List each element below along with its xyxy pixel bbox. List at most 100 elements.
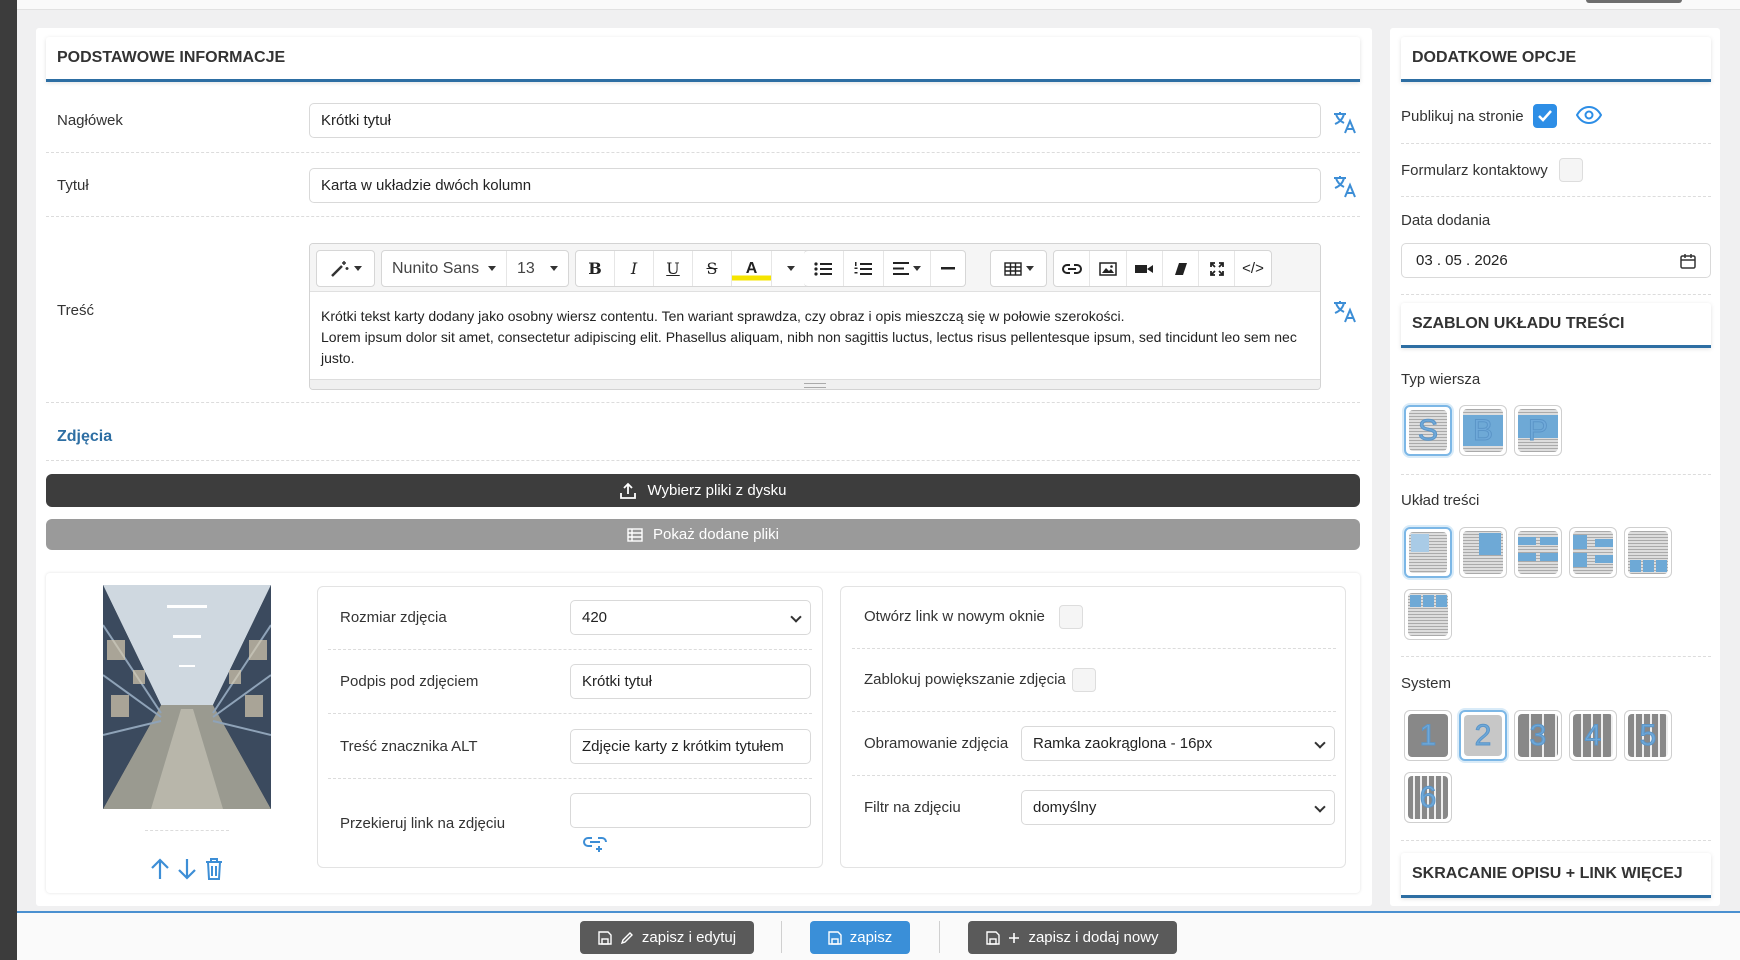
editor-content[interactable]: Krótki tekst karty dodany jako osobny wi… (321, 306, 1311, 369)
trash-icon[interactable] (205, 858, 223, 880)
layout-option-3[interactable] (1514, 527, 1562, 578)
layout-2-block (1479, 533, 1501, 555)
system-option-3[interactable]: 3 (1514, 710, 1562, 761)
video-button[interactable] (1127, 251, 1163, 286)
translate-icon[interactable] (1332, 109, 1358, 135)
zdjecia-heading: Zdjęcia (57, 428, 113, 445)
layout-4-block-b (1573, 553, 1587, 567)
layout-option-2[interactable] (1459, 527, 1507, 578)
table-group (990, 250, 1047, 287)
arrow-down-icon[interactable] (177, 858, 197, 880)
row-type-p[interactable]: P (1514, 405, 1562, 456)
link-icon (1061, 263, 1082, 274)
chevron-down-icon (912, 266, 921, 271)
layout-option-6[interactable] (1404, 589, 1452, 640)
alt-text-input[interactable]: Zdjęcie karty z krótkim tytułem (570, 729, 811, 764)
left-sidebar-edge (0, 0, 17, 960)
chevron-down-icon (787, 266, 795, 271)
layout-1-preview (1409, 532, 1447, 573)
system-option-6[interactable]: 6 (1404, 772, 1452, 823)
table-button[interactable] (991, 251, 1046, 286)
photo-caption-label: Podpis pod zdjęciem (340, 673, 479, 690)
photo-caption-input[interactable]: Krótki tytuł (570, 664, 811, 699)
fullscreen-button[interactable] (1199, 251, 1236, 286)
upload-icon (620, 482, 637, 499)
layout-5-block-a (1630, 560, 1641, 572)
horizontal-rule-button[interactable] (931, 251, 965, 286)
horizontal-rule-icon (941, 266, 956, 269)
footer-separator (939, 921, 940, 953)
calendar-icon[interactable] (1680, 253, 1696, 269)
save-button[interactable]: zapisz (810, 921, 910, 954)
show-files-label: Pokaż dodane pliki (653, 526, 779, 543)
translate-icon[interactable] (1332, 298, 1358, 324)
system-option-1[interactable]: 1 (1404, 710, 1452, 761)
photo-size-select[interactable]: 420 (570, 600, 811, 635)
system-option-2[interactable]: 2 (1459, 710, 1507, 761)
save-icon (598, 930, 612, 945)
font-family-select[interactable]: Nunito Sans (382, 251, 507, 286)
bullet-list-button[interactable] (804, 251, 844, 286)
clear-format-button[interactable] (1163, 251, 1200, 286)
strikethrough-button[interactable]: S (693, 251, 732, 286)
photo-size-label: Rozmiar zdjęcia (340, 609, 447, 626)
photo-border-select[interactable]: Ramka zaokrąglona - 16px (1021, 726, 1335, 761)
publish-checkbox[interactable] (1533, 104, 1557, 128)
layout-option-1[interactable] (1404, 527, 1452, 578)
warehouse-photo (103, 585, 271, 809)
photo-border-label: Obramowanie zdjęcia (864, 735, 1009, 752)
tytul-input[interactable]: Karta w układzie dwóch kolumn (309, 168, 1321, 203)
layout-option-4[interactable] (1569, 527, 1617, 578)
translate-icon[interactable] (1332, 173, 1358, 199)
bullet-list-icon (814, 261, 833, 276)
basic-info-title: PODSTAWOWE INFORMACJE (57, 49, 286, 66)
divider (46, 216, 1360, 217)
row-type-b-preview: B (1463, 409, 1503, 452)
video-icon (1135, 264, 1154, 273)
new-window-checkbox[interactable] (1059, 605, 1083, 629)
save-and-add-new-button[interactable]: zapisz i dodaj nowy (968, 921, 1177, 954)
top-strip-tab (1586, 0, 1682, 3)
divider (1401, 294, 1711, 295)
layout-4-preview (1573, 531, 1613, 574)
upload-files-button[interactable]: Wybierz pliki z dysku (46, 474, 1360, 507)
editor-resize-handle[interactable] (310, 379, 1320, 389)
date-added-input[interactable]: 03 . 05 . 2026 (1401, 243, 1711, 278)
photo-filter-select[interactable]: domyślny (1021, 790, 1335, 825)
magic-style-button[interactable] (317, 251, 374, 286)
content-layout-label: Układ treści (1401, 492, 1480, 509)
block-zoom-checkbox[interactable] (1072, 668, 1096, 692)
arrow-up-icon[interactable] (150, 858, 170, 880)
save-and-edit-button[interactable]: zapisz i edytuj (580, 921, 754, 954)
layout-option-5[interactable] (1624, 527, 1672, 578)
font-size-select[interactable]: 13 (507, 251, 568, 286)
italic-button[interactable]: I (615, 251, 654, 286)
layout-6-preview (1408, 593, 1448, 636)
photo-link-input[interactable] (570, 793, 811, 828)
system-option-5[interactable]: 5 (1624, 710, 1672, 761)
show-files-button[interactable]: Pokaż dodane pliki (46, 519, 1360, 550)
divider (145, 830, 229, 831)
photo-link-label: Przekieruj link na zdjęciu (340, 815, 506, 832)
code-view-button[interactable]: </> (1235, 251, 1271, 286)
row-type-s[interactable]: S (1404, 405, 1452, 456)
link-picker-icon[interactable] (583, 835, 607, 853)
chevron-down-icon (550, 266, 558, 271)
highlight-button[interactable]: A (732, 251, 772, 286)
contact-form-checkbox[interactable] (1559, 158, 1583, 182)
layout-5-block-c (1656, 560, 1667, 572)
system-option-4[interactable]: 4 (1569, 710, 1617, 761)
system-1-number: 1 (1419, 718, 1437, 752)
eye-icon[interactable] (1576, 105, 1602, 125)
numbered-list-button[interactable] (844, 251, 884, 286)
naglowek-input[interactable]: Krótki tytuł (309, 103, 1321, 138)
divider (852, 648, 1336, 649)
options-header: DODATKOWE OPCJE (1401, 37, 1711, 82)
underline-button[interactable]: U (654, 251, 693, 286)
align-button[interactable] (884, 251, 932, 286)
link-button[interactable] (1054, 251, 1091, 286)
row-type-b[interactable]: B (1459, 405, 1507, 456)
system-1-preview: 1 (1408, 714, 1448, 757)
image-button[interactable] (1090, 251, 1127, 286)
bold-button[interactable]: B (576, 251, 615, 286)
